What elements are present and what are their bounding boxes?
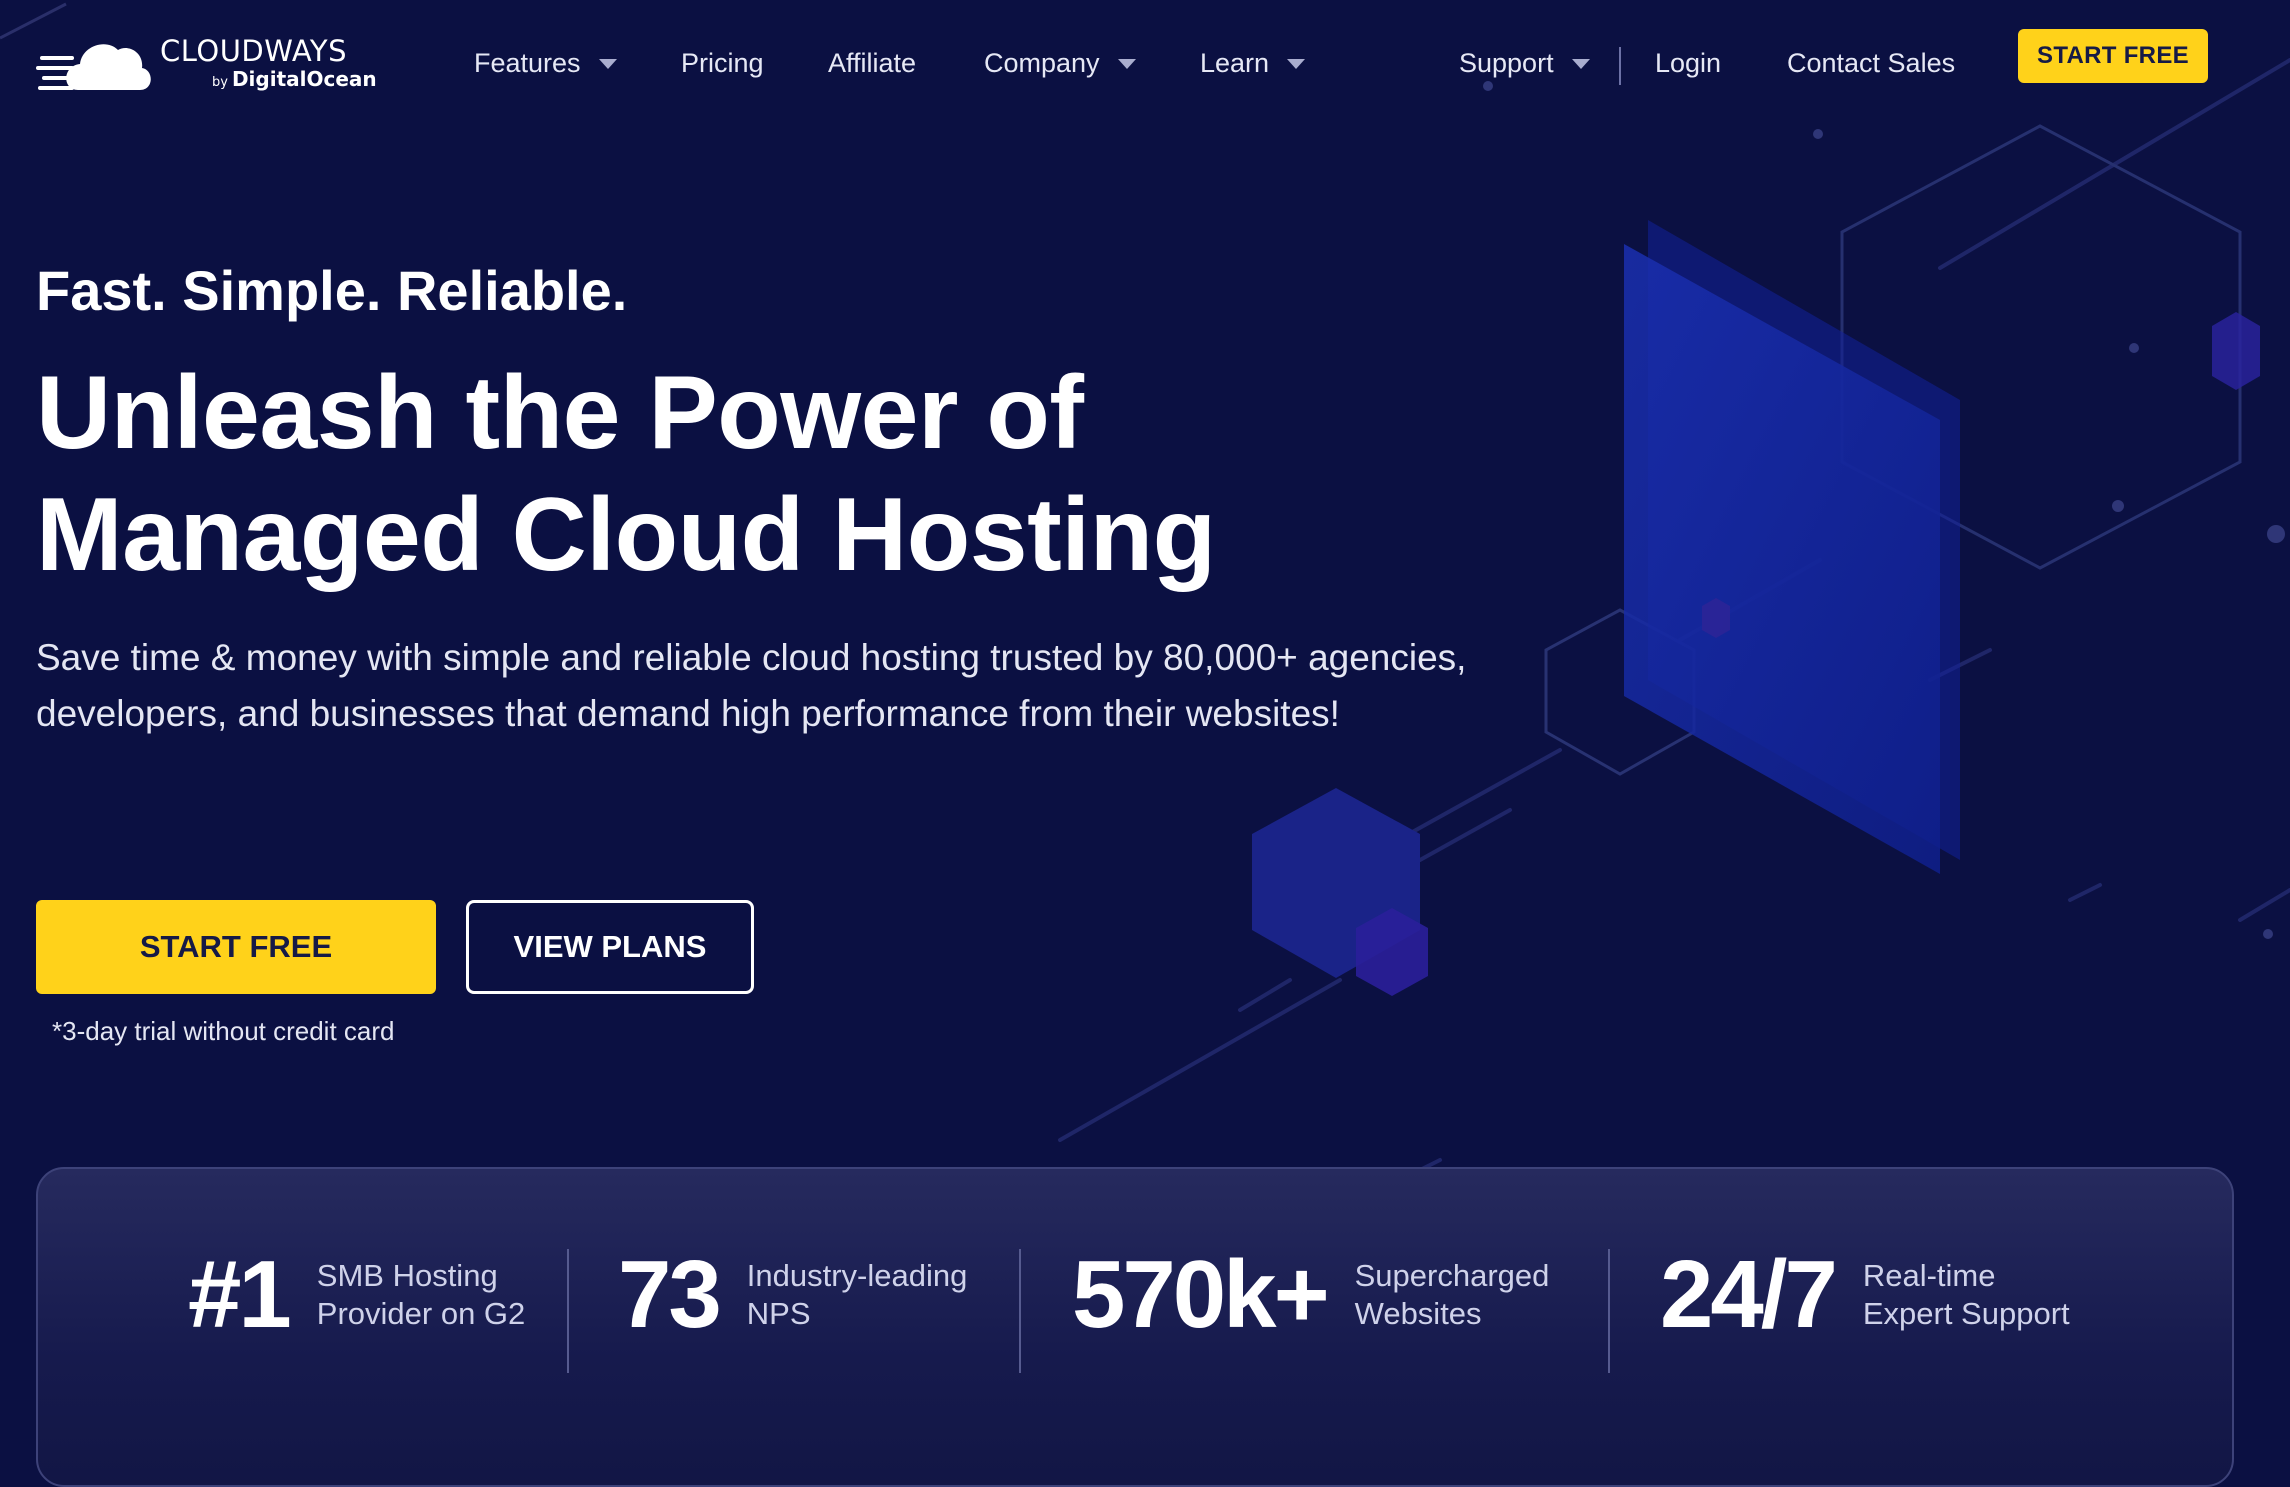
stat-label-line2: Websites	[1354, 1296, 1482, 1331]
top-navigation: CLOUDWAYS by DigitalOcean Features Pricin…	[0, 0, 2290, 130]
nav-login-label: Login	[1655, 48, 1722, 78]
nav-divider	[1619, 47, 1621, 85]
chevron-down-icon	[1117, 58, 1136, 69]
cloudways-logo[interactable]: CLOUDWAYS by DigitalOcean	[36, 32, 377, 98]
view-plans-button[interactable]: VIEW PLANS	[466, 900, 754, 994]
hero-headline-line2: Managed Cloud Hosting	[36, 477, 1216, 593]
brand-parent-name: DigitalOcean	[231, 67, 377, 91]
stat-label: Supercharged Websites	[1355, 1257, 1550, 1333]
chevron-down-icon	[1287, 58, 1306, 69]
stat-label-line2: NPS	[746, 1296, 811, 1331]
chevron-down-icon	[598, 58, 617, 69]
stat-value: 24/7	[1660, 1241, 1838, 1348]
brand-parent: by DigitalOcean	[212, 67, 377, 91]
nav-pricing[interactable]: Pricing	[681, 48, 764, 79]
stat-item: 570k+ Supercharged Websites	[1072, 1247, 1549, 1343]
start-free-button[interactable]: START FREE	[36, 900, 436, 994]
nav-learn-label: Learn	[1200, 48, 1270, 78]
stat-value: 73	[618, 1241, 722, 1348]
stat-item: #1 SMB Hosting Provider on G2	[188, 1247, 525, 1343]
nav-login[interactable]: Login	[1655, 48, 1721, 79]
nav-company-label: Company	[984, 48, 1100, 78]
nav-affiliate[interactable]: Affiliate	[828, 48, 916, 79]
stat-item: 24/7 Real-time Expert Support	[1660, 1247, 2070, 1343]
stat-label-line2: Expert Support	[1862, 1296, 2070, 1331]
hero-description: Save time & money with simple and reliab…	[36, 637, 1467, 734]
hero-headline: Unleash the Power of Managed Cloud Hosti…	[36, 352, 1436, 596]
stat-value: #1	[188, 1241, 292, 1348]
nav-features[interactable]: Features	[474, 48, 617, 79]
stat-label-line1: SMB Hosting	[316, 1258, 498, 1293]
stat-divider	[1608, 1249, 1610, 1373]
nav-support-label: Support	[1459, 48, 1554, 78]
stat-label-line1: Industry-leading	[746, 1258, 968, 1293]
hero-tagline: Fast. Simple. Reliable.	[36, 259, 628, 322]
stat-label-line1: Supercharged	[1354, 1258, 1550, 1293]
nav-contact-sales-label: Contact Sales	[1787, 48, 1956, 78]
nav-pricing-label: Pricing	[681, 48, 764, 78]
nav-contact-sales[interactable]: Contact Sales	[1787, 48, 1955, 79]
nav-features-label: Features	[474, 48, 581, 78]
stat-label: Industry-leading NPS	[747, 1257, 968, 1333]
brand-name: CLOUDWAYS	[160, 34, 348, 68]
trial-note: *3-day trial without credit card	[52, 1016, 395, 1046]
nav-learn[interactable]: Learn	[1200, 48, 1306, 79]
stat-label: SMB Hosting Provider on G2	[317, 1257, 526, 1333]
stat-item: 73 Industry-leading NPS	[618, 1247, 967, 1343]
stat-label: Real-time Expert Support	[1863, 1257, 2070, 1333]
nav-support[interactable]: Support	[1459, 48, 1590, 79]
stat-divider	[1019, 1249, 1021, 1373]
nav-start-free-button[interactable]: START FREE	[2018, 29, 2208, 83]
stat-value: 570k+	[1072, 1241, 1330, 1348]
chevron-down-icon	[1571, 58, 1590, 69]
stat-label-line1: Real-time	[1862, 1258, 1996, 1293]
nav-affiliate-label: Affiliate	[828, 48, 917, 78]
stat-divider	[567, 1249, 569, 1373]
nav-company[interactable]: Company	[984, 48, 1136, 79]
stat-label-line2: Provider on G2	[316, 1296, 526, 1331]
hero-headline-line1: Unleash the Power of	[36, 355, 1084, 471]
brand-by: by	[212, 75, 228, 90]
stats-card: #1 SMB Hosting Provider on G2 73 Industr…	[36, 1167, 2234, 1487]
cloud-logo-icon	[36, 44, 151, 90]
